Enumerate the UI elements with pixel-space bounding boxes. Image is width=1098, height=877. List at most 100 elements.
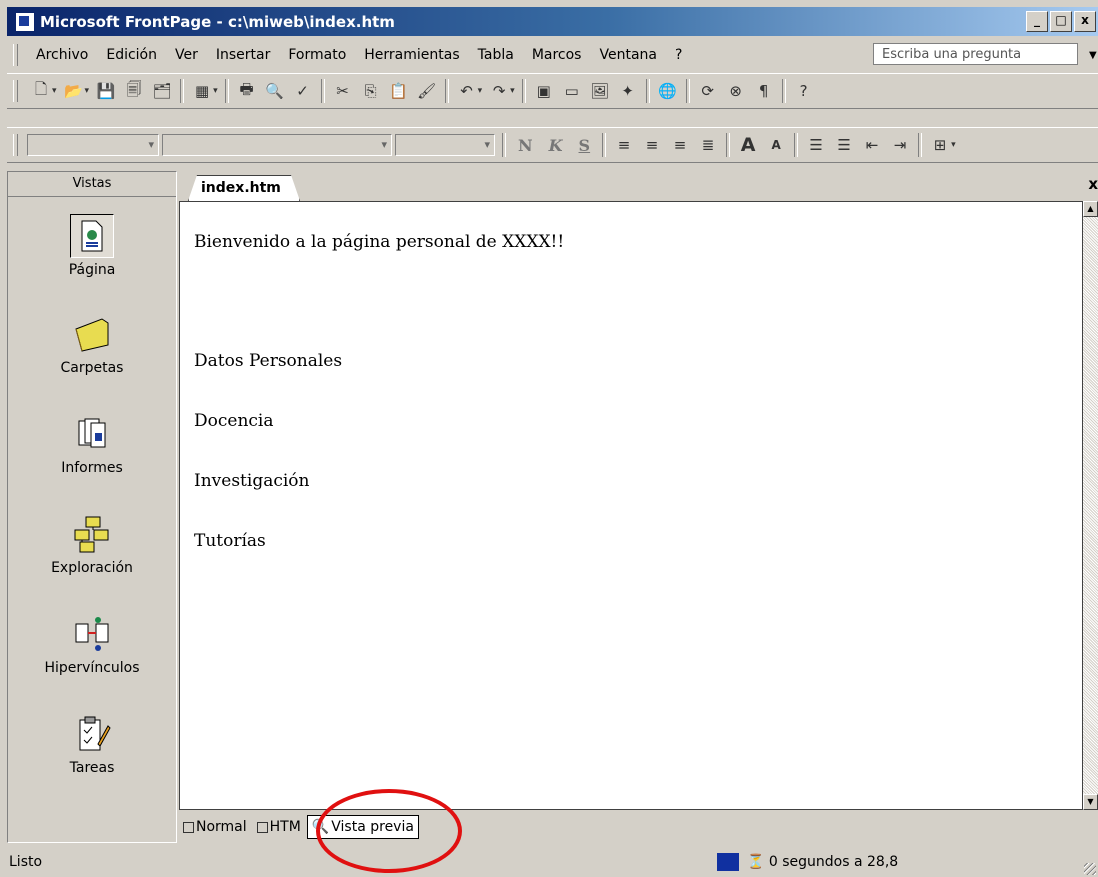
bold-icon[interactable]: N	[518, 136, 533, 155]
toolbar-separator	[320, 79, 325, 103]
view-reports[interactable]: Informes	[8, 412, 176, 476]
html-view-icon	[256, 821, 268, 833]
paste-icon[interactable]: 📋	[388, 80, 410, 102]
web-component-icon[interactable]: ▣	[533, 80, 555, 102]
view-hyperlinks[interactable]: Hipervínculos	[8, 612, 176, 676]
new-page-icon[interactable]: 🗋	[30, 80, 52, 102]
toolbar-separator	[521, 79, 526, 103]
menu-edicion[interactable]: Edición	[97, 47, 166, 63]
insert-picture-icon[interactable]: 🖼	[589, 80, 611, 102]
frontpage-app-icon[interactable]	[15, 11, 35, 32]
menu-tabla[interactable]: Tabla	[469, 47, 523, 63]
menu-formato[interactable]: Formato	[279, 47, 355, 63]
toolbar-separator	[781, 79, 786, 103]
toolbar-separator	[180, 79, 185, 103]
views-header: Vistas	[8, 172, 176, 197]
redo-icon[interactable]: ↷	[488, 80, 510, 102]
chevron-down-icon[interactable]: ▾	[85, 86, 90, 96]
scroll-up-icon[interactable]: ▲	[1083, 201, 1098, 217]
help-icon[interactable]: ?	[793, 80, 815, 102]
italic-icon[interactable]: K	[549, 136, 563, 155]
decrease-indent-icon[interactable]: ⇤	[861, 134, 883, 156]
refresh-icon[interactable]: ⟳	[697, 80, 719, 102]
toolbar-separator	[502, 133, 506, 157]
tab-html[interactable]: HTM	[253, 817, 305, 837]
chevron-down-icon[interactable]: ▾	[510, 86, 515, 96]
chevron-down-icon[interactable]: ▾	[213, 86, 218, 96]
resize-grip[interactable]	[1084, 863, 1096, 875]
chevron-down-icon[interactable]: ▾	[478, 86, 483, 96]
stop-icon[interactable]: ⊗	[725, 80, 747, 102]
document-area[interactable]: Bienvenido a la página personal de XXXX!…	[179, 201, 1083, 810]
publish-icon[interactable]: 🗐	[123, 80, 145, 102]
underline-icon[interactable]: S	[579, 136, 591, 155]
undo-icon[interactable]: ↶	[456, 80, 478, 102]
font-select[interactable]	[162, 134, 392, 156]
close-button[interactable]: x	[1074, 11, 1096, 32]
menu-insertar[interactable]: Insertar	[207, 47, 280, 63]
ask-question-input[interactable]: Escriba una pregunta	[873, 43, 1078, 65]
view-folders[interactable]: Carpetas	[8, 312, 176, 376]
menu-herramientas[interactable]: Herramientas	[355, 47, 468, 63]
format-painter-icon[interactable]: 🖌	[416, 80, 438, 102]
increase-indent-icon[interactable]: ⇥	[889, 134, 911, 156]
justify-icon[interactable]: ≣	[697, 134, 719, 156]
menu-ver[interactable]: Ver	[166, 47, 207, 63]
insert-table-icon[interactable]: ▦	[191, 80, 213, 102]
minimize-button[interactable]: _	[1026, 11, 1048, 32]
link-tutorias[interactable]: Tutorías	[194, 531, 266, 551]
view-navigation[interactable]: Exploración	[8, 512, 176, 576]
increase-font-icon[interactable]: A	[737, 134, 759, 156]
link-investigacion[interactable]: Investigación	[194, 471, 309, 491]
borders-icon[interactable]: ⊞	[929, 134, 951, 156]
numbering-icon[interactable]: ☰	[805, 134, 827, 156]
align-left-icon[interactable]: ≡	[613, 134, 635, 156]
align-right-icon[interactable]: ≡	[669, 134, 691, 156]
print-preview-icon[interactable]: 🔍	[264, 80, 286, 102]
tab-normal[interactable]: Normal	[179, 817, 251, 837]
view-page[interactable]: Página	[8, 214, 176, 278]
view-label: Hipervínculos	[44, 660, 140, 676]
vertical-scrollbar[interactable]: ▲ ▼	[1083, 201, 1098, 810]
font-size-select[interactable]	[395, 134, 495, 156]
toolbar-separator	[726, 133, 731, 157]
formatting-toolbar: N K S ≡ ≡ ≡ ≣ A A ☰ ☰ ⇤ ⇥ ⊞▾	[7, 127, 1098, 163]
chevron-down-icon[interactable]: ▾	[951, 140, 956, 150]
menu-help[interactable]: ?	[666, 47, 691, 63]
ask-dropdown-icon[interactable]: ▼	[1089, 50, 1097, 61]
insert-frame-icon[interactable]: ▭	[561, 80, 583, 102]
cut-icon[interactable]: ✂	[332, 80, 354, 102]
style-select[interactable]	[27, 134, 159, 156]
menu-archivo[interactable]: Archivo	[27, 47, 97, 63]
folder-list-icon[interactable]: 🗂	[151, 80, 173, 102]
open-icon[interactable]: 📂	[63, 80, 85, 102]
bullets-icon[interactable]: ☰	[833, 134, 855, 156]
align-center-icon[interactable]: ≡	[641, 134, 663, 156]
close-document-icon[interactable]: x	[1088, 175, 1098, 193]
menu-grip[interactable]	[13, 44, 18, 66]
connection-icon	[717, 853, 739, 871]
link-datos-personales[interactable]: Datos Personales	[194, 351, 342, 371]
print-icon[interactable]: 🖶	[236, 80, 258, 102]
decrease-font-icon[interactable]: A	[765, 134, 787, 156]
view-tasks[interactable]: Tareas	[8, 712, 176, 776]
copy-icon[interactable]: ⎘	[360, 80, 382, 102]
toolbar-grip[interactable]	[13, 80, 18, 102]
view-label: Carpetas	[60, 360, 124, 376]
save-icon[interactable]: 💾	[95, 80, 117, 102]
toolbar-separator	[444, 79, 449, 103]
maximize-button[interactable]: □	[1050, 11, 1072, 32]
spelling-icon[interactable]: ✓	[292, 80, 314, 102]
hyperlink-icon[interactable]: 🌐	[657, 80, 679, 102]
scroll-down-icon[interactable]: ▼	[1083, 794, 1098, 810]
toolbar-grip[interactable]	[13, 134, 18, 156]
chevron-down-icon[interactable]: ▾	[52, 86, 57, 96]
tab-index-htm[interactable]: index.htm	[188, 175, 300, 201]
link-docencia[interactable]: Docencia	[194, 411, 274, 431]
menu-marcos[interactable]: Marcos	[523, 47, 591, 63]
hyperlinks-icon	[70, 612, 114, 656]
menu-ventana[interactable]: Ventana	[590, 47, 666, 63]
drawing-icon[interactable]: ✦	[617, 80, 639, 102]
show-all-icon[interactable]: ¶	[753, 80, 775, 102]
toolbar-separator	[224, 79, 229, 103]
